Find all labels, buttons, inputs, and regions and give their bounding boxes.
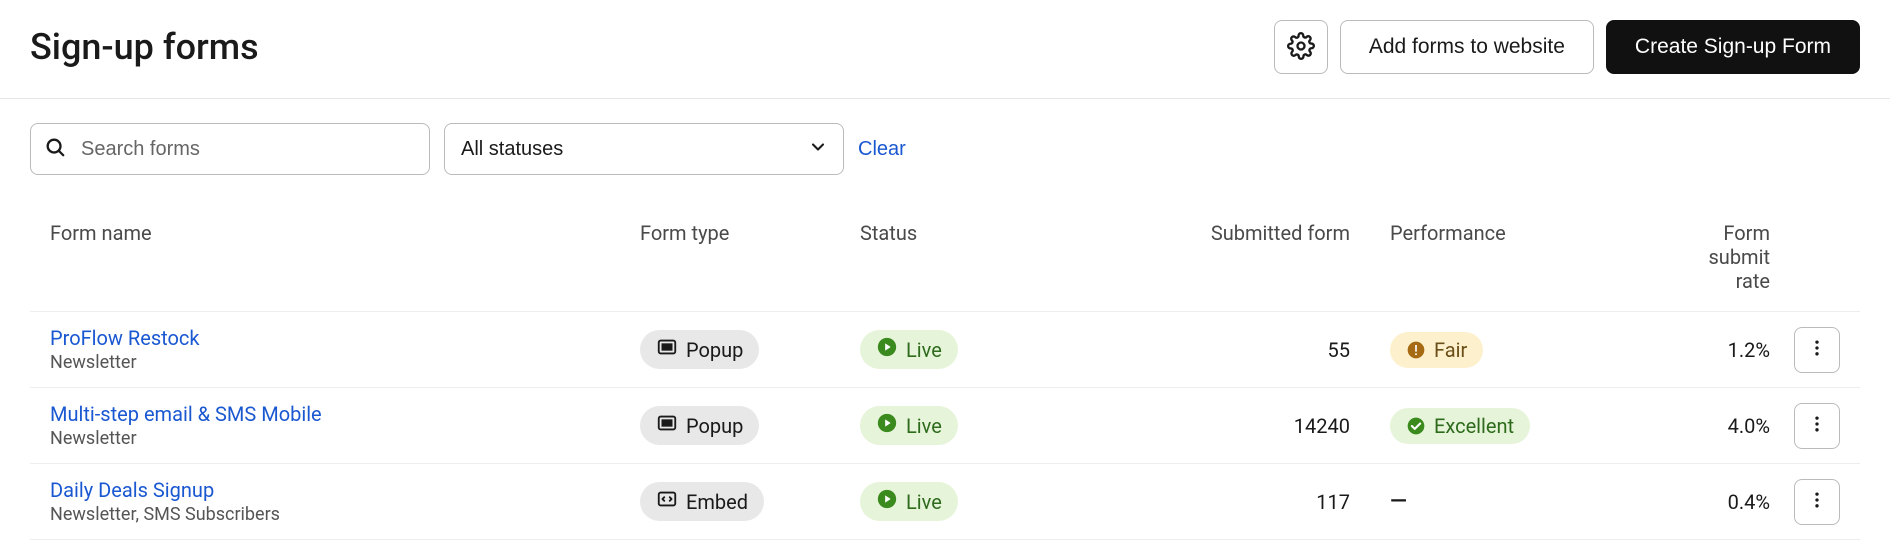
table-row: Daily Deals SignupNewsletter, SMS Subscr… xyxy=(30,464,1860,540)
page-title: Sign-up forms xyxy=(30,26,259,68)
performance-cell: — xyxy=(1350,489,1670,514)
form-subtitle: Newsletter xyxy=(50,428,137,449)
search-wrapper xyxy=(30,123,430,175)
add-forms-button[interactable]: Add forms to website xyxy=(1340,20,1594,74)
status-cell: Live xyxy=(860,482,1130,521)
header-actions: Add forms to website Create Sign-up Form xyxy=(1274,20,1860,74)
play-circle-icon xyxy=(876,488,898,515)
status-label: Live xyxy=(906,490,942,514)
search-input[interactable] xyxy=(30,123,430,175)
row-more-button[interactable] xyxy=(1794,479,1840,525)
status-badge: Live xyxy=(860,482,958,521)
row-actions xyxy=(1770,403,1840,449)
form-type-label: Embed xyxy=(686,490,748,514)
settings-button[interactable] xyxy=(1274,20,1328,74)
status-label: Live xyxy=(906,414,942,438)
status-cell: Live xyxy=(860,406,1130,445)
form-type-cell: Popup xyxy=(640,330,860,369)
table-body: ProFlow RestockNewsletterPopupLive55Fair… xyxy=(30,312,1860,540)
form-name-cell: Daily Deals SignupNewsletter, SMS Subscr… xyxy=(50,478,640,525)
performance-cell: Excellent xyxy=(1350,408,1670,444)
status-badge: Live xyxy=(860,330,958,369)
row-more-button[interactable] xyxy=(1794,327,1840,373)
form-type-label: Popup xyxy=(686,414,743,438)
performance-cell: Fair xyxy=(1350,332,1670,368)
row-more-button[interactable] xyxy=(1794,403,1840,449)
form-type-cell: Embed xyxy=(640,482,860,521)
form-name-cell: ProFlow RestockNewsletter xyxy=(50,326,640,373)
status-cell: Live xyxy=(860,330,1130,369)
page-header: Sign-up forms Add forms to website Creat… xyxy=(0,0,1890,99)
gear-icon xyxy=(1287,32,1315,63)
form-type-cell: Popup xyxy=(640,406,860,445)
form-type-badge: Embed xyxy=(640,482,764,521)
form-type-badge: Popup xyxy=(640,406,759,445)
forms-table: Form name Form type Status Submitted for… xyxy=(30,191,1860,540)
status-badge: Live xyxy=(860,406,958,445)
performance-empty: — xyxy=(1390,489,1407,514)
create-form-button[interactable]: Create Sign-up Form xyxy=(1606,20,1860,74)
play-circle-icon xyxy=(876,412,898,439)
more-vertical-icon xyxy=(1807,338,1827,361)
col-performance: Performance xyxy=(1350,221,1670,293)
status-label: Live xyxy=(906,338,942,362)
form-type-badge: Popup xyxy=(640,330,759,369)
form-type-label: Popup xyxy=(686,338,743,362)
col-submitted: Submitted form xyxy=(1130,221,1350,293)
form-name-cell: Multi-step email & SMS MobileNewsletter xyxy=(50,402,640,449)
table-row: ProFlow RestockNewsletter Popup Live 55 Fair… xyxy=(30,312,1860,388)
toolbar: All statuses Clear xyxy=(0,99,1890,191)
form-name-link[interactable]: ProFlow Restock xyxy=(50,326,200,350)
performance-badge: Fair xyxy=(1390,332,1483,368)
col-form-name: Form name xyxy=(50,221,640,293)
submitted-value: 117 xyxy=(1130,490,1350,514)
status-filter[interactable]: All statuses xyxy=(444,123,844,175)
play-circle-icon xyxy=(876,336,898,363)
row-actions xyxy=(1770,479,1840,525)
form-subtitle: Newsletter, SMS Subscribers xyxy=(50,504,280,525)
submitted-value: 14240 xyxy=(1130,414,1350,438)
submit-rate-value: 4.0% xyxy=(1670,414,1770,438)
form-name-link[interactable]: Daily Deals Signup xyxy=(50,478,214,502)
check-circle-icon xyxy=(1406,416,1426,436)
clear-filters-link[interactable]: Clear xyxy=(858,138,906,161)
popup-icon xyxy=(656,412,678,439)
more-vertical-icon xyxy=(1807,490,1827,513)
embed-icon xyxy=(656,488,678,515)
form-subtitle: Newsletter xyxy=(50,352,137,373)
more-vertical-icon xyxy=(1807,414,1827,437)
performance-badge: Excellent xyxy=(1390,408,1530,444)
table-row: Multi-step email & SMS MobileNewsletter P… xyxy=(30,388,1860,464)
col-form-type: Form type xyxy=(640,221,860,293)
submit-rate-value: 1.2% xyxy=(1670,338,1770,362)
table-header: Form name Form type Status Submitted for… xyxy=(30,191,1860,312)
submitted-value: 55 xyxy=(1130,338,1350,362)
form-name-link[interactable]: Multi-step email & SMS Mobile xyxy=(50,402,322,426)
col-status: Status xyxy=(860,221,1130,293)
submit-rate-value: 0.4% xyxy=(1670,490,1770,514)
popup-icon xyxy=(656,336,678,363)
status-filter-wrapper: All statuses xyxy=(444,123,844,175)
col-submit-rate: Form submit rate xyxy=(1670,221,1770,293)
row-actions xyxy=(1770,327,1840,373)
warning-icon xyxy=(1406,340,1426,360)
